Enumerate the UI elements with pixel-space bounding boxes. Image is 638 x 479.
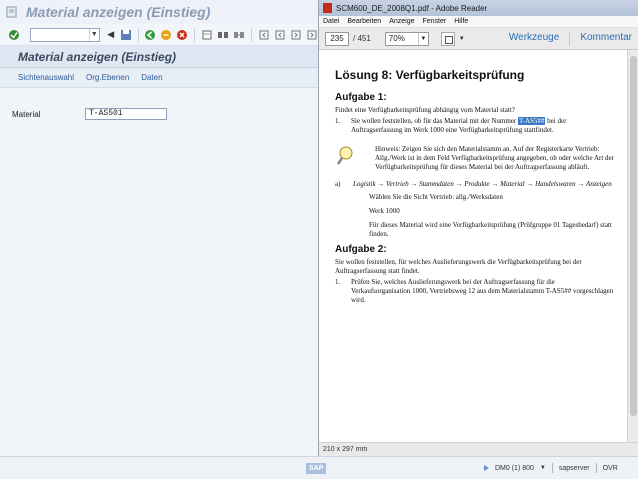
toolbar-separator (569, 32, 571, 46)
org-levels-button[interactable]: Org.Ebenen (86, 73, 129, 82)
back-arrow-icon[interactable]: ◀ (106, 29, 116, 41)
item-text: Prüfen Sie, welches Auslieferungswerk be… (351, 278, 614, 304)
sap-screen-header: Material anzeigen (Einstieg) (0, 46, 318, 68)
exit-icon[interactable] (160, 29, 172, 41)
view-instruction: Wählen Sie die Sicht Vertrieb: allg./Wer… (369, 193, 503, 201)
chevron-down-icon[interactable]: ▼ (417, 32, 428, 45)
page-number-input[interactable]: 235 (325, 31, 349, 46)
menu-file[interactable]: Datei (323, 18, 339, 25)
toolbar-separator (194, 27, 196, 42)
pdf-icon (323, 3, 332, 13)
item-text: Sie wollen feststellen, ob für das Mater… (351, 117, 567, 134)
task1-intro: Findet eine Verfügbarkeitsprüfung abhäng… (335, 106, 515, 114)
material-field-row: Material T-AS501 (12, 108, 167, 120)
save-icon[interactable] (120, 29, 132, 41)
step-a: a) Logistik → Vertrieb → Stammdaten → Pr… (335, 180, 615, 189)
page-total: / 451 (353, 34, 371, 43)
task2-intro: Sie wollen feststellen, für welches Ausl… (335, 258, 582, 275)
sap-window-title: Material anzeigen (Einstieg) (26, 4, 211, 20)
menu-edit[interactable]: Bearbeiten (347, 18, 381, 25)
find-icon[interactable] (217, 29, 229, 41)
plant-line: Werk 1000 (369, 207, 400, 215)
last-page-icon[interactable] (306, 29, 318, 41)
solution-heading: Lösung 8: Verfügbarkeitsprüfung (335, 68, 525, 82)
fit-page-icon[interactable] (440, 31, 455, 46)
chevron-down-icon[interactable]: ▼ (540, 465, 546, 471)
print-icon[interactable] (201, 29, 213, 41)
status-separator (595, 463, 597, 473)
page-size-label: 210 x 297 mm (323, 446, 368, 453)
back-icon[interactable] (144, 29, 156, 41)
step-a-label: a) (335, 180, 341, 188)
selected-text-highlight[interactable]: T-AS5## (518, 117, 546, 125)
view-selection-button[interactable]: Sichtenauswahl (18, 73, 74, 82)
material-label: Material (12, 109, 41, 119)
menu-window[interactable]: Fenster (423, 18, 447, 25)
play-icon[interactable] (484, 465, 489, 471)
menu-help[interactable]: Hilfe (454, 18, 468, 25)
task1-heading: Aufgabe 1: (335, 92, 387, 103)
sap-status-bar: SAP DM0 (1) 800 ▼ sapserver OVR (0, 456, 638, 479)
chevron-down-icon[interactable]: ▼ (459, 36, 465, 42)
status-separator (551, 463, 553, 473)
tools-button[interactable]: Werkzeuge (509, 32, 559, 46)
menu-path: Logistik → Vertrieb → Stammdaten → Produ… (353, 180, 612, 188)
reader-title-bar: SCM600_DE_2008Q1.pdf - Adobe Reader (319, 0, 638, 16)
next-page-icon[interactable] (290, 29, 302, 41)
data-button[interactable]: Daten (141, 73, 162, 82)
adobe-reader-window: SCM600_DE_2008Q1.pdf - Adobe Reader Date… (318, 0, 638, 456)
task2-item: 1. Prüfen Sie, welches Auslieferungswerk… (335, 278, 615, 305)
server-name: sapserver (558, 464, 590, 472)
system-id: DM0 (1) 800 (495, 464, 534, 472)
reader-toolbar: 235 / 451 70% ▼ ▼ Werkzeuge Kommentar (319, 28, 638, 50)
sap-logo: SAP (306, 463, 326, 474)
document-icon (6, 6, 17, 18)
toolbar-separator (251, 27, 253, 42)
cancel-icon[interactable] (176, 29, 188, 41)
reader-menu-bar: Datei Bearbeiten Anzeige Fenster Hilfe (319, 16, 638, 28)
lightbulb-icon (335, 145, 357, 172)
first-page-icon[interactable] (258, 29, 270, 41)
command-field[interactable]: ▼ (30, 27, 100, 42)
vertical-scrollbar[interactable] (627, 50, 638, 442)
chevron-down-icon[interactable]: ▼ (88, 28, 99, 41)
sap-application-toolbar: Sichtenauswahl Org.Ebenen Daten (0, 68, 318, 88)
hint-text: Hinweis: Zeigen Sie sich den Materialsta… (375, 145, 614, 171)
scrollbar-thumb[interactable] (630, 56, 637, 416)
find-next-icon[interactable] (233, 29, 245, 41)
reader-toolbar-right: Werkzeuge Kommentar (509, 32, 632, 46)
task1-item: 1. Sie wollen feststellen, ob für das Ma… (335, 117, 615, 135)
hint-box: Hinweis: Zeigen Sie sich den Materialsta… (335, 145, 615, 172)
menu-view[interactable]: Anzeige (389, 18, 414, 25)
comment-button[interactable]: Kommentar (580, 32, 632, 46)
task2-heading: Aufgabe 2: (335, 244, 387, 255)
result-text: Für dieses Material wird eine Verfügbark… (369, 221, 612, 238)
item-number: 1. (335, 278, 341, 286)
pdf-page-viewport[interactable]: Lösung 8: Verfügbarkeitsprüfung Aufgabe … (319, 50, 627, 442)
item-number: 1. (335, 117, 341, 125)
enter-icon[interactable] (8, 29, 20, 41)
insert-mode: OVR (602, 464, 618, 472)
system-info: DM0 (1) 800 ▼ sapserver OVR (484, 463, 618, 473)
screen-title: Material anzeigen (Einstieg) (18, 49, 177, 64)
material-input[interactable]: T-AS501 (85, 108, 167, 120)
reader-window-title: SCM600_DE_2008Q1.pdf - Adobe Reader (336, 3, 488, 13)
sap-title-bar: Material anzeigen (Einstieg) (0, 0, 318, 24)
reader-status-bar: 210 x 297 mm (319, 442, 638, 456)
zoom-select[interactable]: 70% ▼ (384, 31, 429, 46)
sap-screen-body: Material T-AS501 (0, 88, 318, 456)
previous-page-icon[interactable] (274, 29, 286, 41)
pdf-page: Lösung 8: Verfügbarkeitsprüfung Aufgabe … (335, 68, 615, 309)
toolbar-separator (137, 27, 139, 42)
sap-system-toolbar: ▼ ◀ (0, 24, 318, 46)
